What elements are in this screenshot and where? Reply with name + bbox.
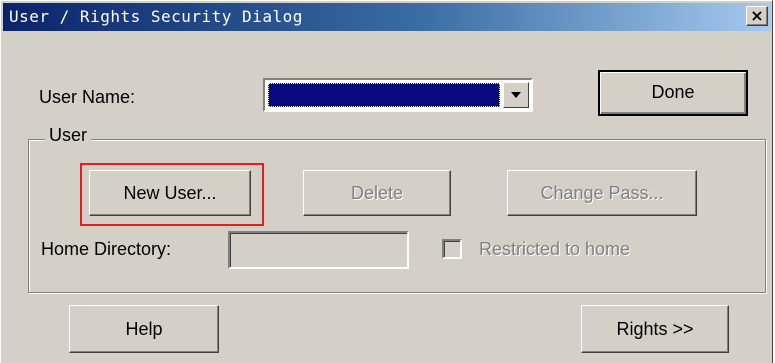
new-user-button[interactable]: New User...: [89, 170, 251, 216]
chevron-down-icon[interactable]: [503, 82, 529, 108]
user-name-selected-value[interactable]: [268, 83, 500, 107]
window-title: User / Rights Security Dialog: [9, 7, 303, 26]
change-pass-button[interactable]: Change Pass...: [507, 170, 697, 216]
user-rights-security-dialog: User / Rights Security Dialog × User Nam…: [0, 0, 773, 363]
close-icon: ×: [750, 6, 764, 25]
user-name-label: User Name:: [39, 87, 136, 107]
title-bar[interactable]: User / Rights Security Dialog ×: [3, 3, 771, 31]
done-button[interactable]: Done: [598, 70, 748, 116]
restricted-to-home-label: Restricted to home: [479, 239, 631, 259]
help-button[interactable]: Help: [69, 305, 219, 353]
home-directory-field[interactable]: [228, 231, 409, 269]
restricted-to-home-checkbox[interactable]: [442, 239, 462, 259]
user-name-combobox[interactable]: [263, 78, 533, 112]
delete-button[interactable]: Delete: [303, 170, 451, 216]
user-group-legend: User: [45, 125, 92, 146]
home-directory-label: Home Directory:: [41, 239, 172, 259]
rights-button[interactable]: Rights >>: [581, 305, 729, 353]
close-button[interactable]: ×: [746, 6, 768, 26]
